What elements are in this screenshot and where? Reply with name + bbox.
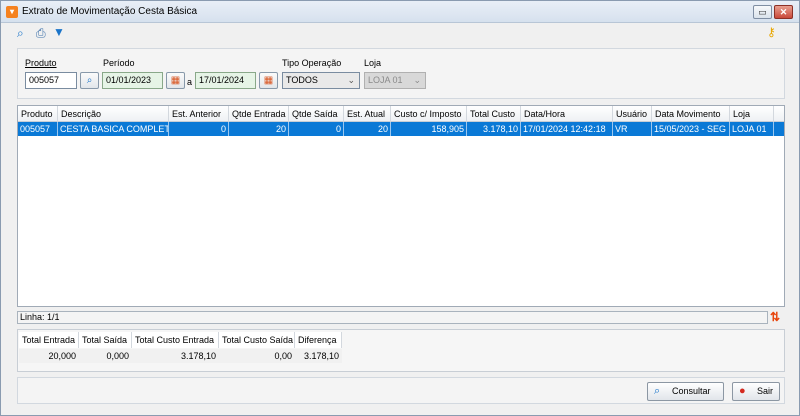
tipo-operacao-value: TODOS [286,75,318,85]
cell-est-anterior: 0 [169,122,229,136]
exit-icon: ● [739,385,746,397]
cell-custo-imposto: 158,905 [391,122,467,136]
total-custo-entrada-label: Total Custo Entrada [132,332,219,348]
col-total-custo[interactable]: Total Custo [467,106,521,122]
col-qtde-saida[interactable]: Qtde Saída [289,106,344,122]
cell-qtde-entrada: 20 [229,122,289,136]
produto-input[interactable]: 005057 [25,72,77,89]
sort-icon[interactable]: ⇅ [770,310,780,324]
consultar-button[interactable]: ⌕ Consultar [647,382,724,401]
total-custo-saida-label: Total Custo Saída [219,332,295,348]
total-custo-entrada-value: 3.178,10 [132,349,219,363]
col-data-movimento[interactable]: Data Movimento [652,106,730,122]
produto-label: Produto [25,58,57,68]
col-data-hora[interactable]: Data/Hora [521,106,613,122]
total-saida-label: Total Saída [79,332,132,348]
linha-status: Linha: 1/1 [20,312,60,322]
chevron-down-icon: ⌄ [413,75,421,85]
print-icon[interactable]: ⎙ [36,26,46,40]
col-loja[interactable]: Loja [730,106,774,122]
cell-usuario: VR [613,122,652,136]
cell-est-atual: 20 [344,122,391,136]
totals-panel: Total Entrada Total Saída Total Custo En… [17,329,785,372]
search-icon: ⌕ [654,385,661,397]
loja-select[interactable]: LOJA 01 ⌄ [364,72,426,89]
title-bar: ▾ Extrato de Movimentação Cesta Básica ▭… [1,1,799,23]
cell-descricao: CESTA BASICA COMPLETA [60,122,169,136]
data-fim-input[interactable]: 17/01/2024 [195,72,256,89]
button-bar: ⌕ Consultar ● Sair [17,377,785,404]
col-est-anterior[interactable]: Est. Anterior [169,106,229,122]
main-window: ▾ Extrato de Movimentação Cesta Básica ▭… [0,0,800,416]
chevron-down-icon: ⌄ [347,75,355,85]
total-saida-value: 0,000 [79,349,132,363]
cell-data-hora: 17/01/2024 12:42:18 [521,122,613,136]
loja-label: Loja [364,58,382,68]
cell-produto: 005057 [18,122,58,136]
tipo-operacao-label: Tipo Operação [282,58,342,68]
status-bar: Linha: 1/1 [17,311,768,324]
calendar-icon[interactable]: ▦ [166,72,185,89]
window-title: Extrato de Movimentação Cesta Básica [22,6,198,17]
produto-search-button[interactable]: ⌕ [80,72,99,89]
data-inicio-input[interactable]: 01/01/2023 [102,72,163,89]
total-entrada-value: 20,000 [19,349,79,363]
movimentacao-grid[interactable]: Produto Descrição Est. Anterior Qtde Ent… [17,105,785,307]
total-custo-saida-value: 0,00 [219,349,295,363]
tipo-operacao-select[interactable]: TODOS ⌄ [282,72,360,89]
col-usuario[interactable]: Usuário [613,106,652,122]
col-custo-imposto[interactable]: Custo c/ Imposto [391,106,467,122]
diferenca-label: Diferença [295,332,342,348]
sair-button[interactable]: ● Sair [732,382,780,401]
sair-label: Sair [757,386,774,396]
app-icon: ▾ [6,6,18,18]
periodo-label: Período [103,58,135,68]
consultar-label: Consultar [672,386,711,396]
loja-value: LOJA 01 [368,75,403,85]
restore-button[interactable]: ▭ [753,5,772,19]
col-est-atual[interactable]: Est. Atual [344,106,391,122]
cell-qtde-saida: 0 [289,122,344,136]
close-button[interactable]: ✕ [774,5,793,19]
cell-total-custo: 3.178,10 [467,122,521,136]
col-descricao[interactable]: Descrição [58,106,169,122]
cell-data-movimento: 15/05/2023 - SEG [652,122,730,136]
calendar-icon[interactable]: ▦ [259,72,278,89]
table-row[interactable]: 005057 CESTA BASICA COMPLETA 0 20 0 20 1… [18,122,784,136]
total-entrada-label: Total Entrada [19,332,79,348]
periodo-separator: a [187,77,193,87]
filter-icon[interactable]: ▼ [53,25,65,39]
key-icon[interactable]: ⚷ [767,25,776,39]
grid-header: Produto Descrição Est. Anterior Qtde Ent… [18,106,784,122]
col-qtde-entrada[interactable]: Qtde Entrada [229,106,289,122]
col-produto[interactable]: Produto [18,106,58,122]
cell-loja: LOJA 01 [730,122,774,136]
search-icon[interactable]: ⌕ [17,26,24,40]
diferenca-value: 3.178,10 [295,349,342,363]
